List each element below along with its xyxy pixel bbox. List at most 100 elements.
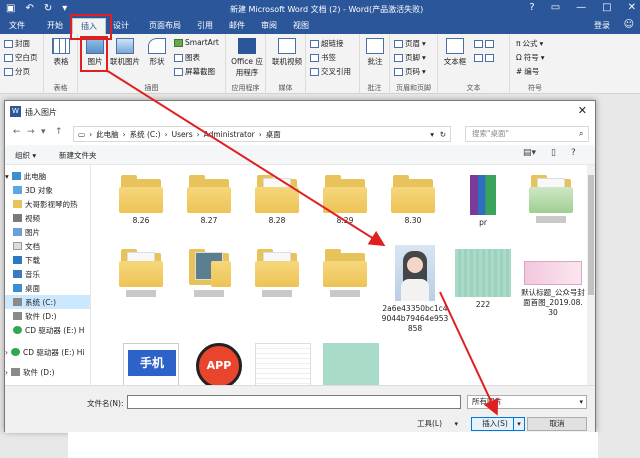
up-icon[interactable]: ↑ [55,127,63,137]
nav-item-downloads[interactable]: 下载 [5,253,90,267]
nav-item-folder[interactable]: 大哥影视琴的热 [5,197,90,211]
symbol-button[interactable]: Ω 符号 ▾ [516,52,545,63]
share-icon[interactable]: ☺ [624,19,634,30]
filetype-select[interactable]: 所有图片 ▾ [467,395,587,409]
shapes-button[interactable]: 形状 [142,38,172,67]
file-item[interactable] [521,175,581,226]
path-users[interactable]: Users [172,130,193,139]
nav-item-3d[interactable]: 3D 对象 [5,183,90,197]
table-button[interactable]: 表格 [46,38,76,67]
nav-item-documents[interactable]: 文档 [5,239,90,253]
path-system-c[interactable]: 系统 (C:) [130,129,161,140]
office-apps-button[interactable]: Office 应用程序 [230,38,264,78]
preview-pane-icon[interactable]: ▯ [551,148,556,158]
search-icon[interactable]: ⌕ [579,129,583,139]
customize-icon[interactable]: ▾ [62,3,67,14]
back-icon[interactable]: ← [13,127,21,137]
close-button[interactable]: ✕ [628,2,636,13]
close-icon[interactable]: ✕ [578,104,587,117]
textbox-button[interactable]: 文本框 [440,38,470,67]
nav-item-pictures[interactable]: 图片 [5,225,90,239]
tab-file[interactable]: 文件 [0,18,34,34]
login-link[interactable]: 登录 [594,18,610,34]
save-icon[interactable]: ▣ [6,3,15,14]
page-number-button[interactable]: 页码 ▾ [394,66,426,77]
number-button[interactable]: # 编号 [516,66,539,77]
help-icon[interactable]: ? [571,148,576,158]
nav-item-system-c[interactable]: 系统 (C:) [5,295,90,309]
help-button[interactable]: ? [529,2,534,13]
file-item[interactable]: 手机 [121,343,181,385]
filename-input[interactable] [127,395,461,409]
tools-button[interactable]: 工具(L) ▾ [417,417,461,431]
file-item[interactable]: 8.29 [315,175,375,226]
file-item[interactable] [111,249,171,300]
cross-reference-button[interactable]: 交叉引用 [310,66,351,77]
file-item[interactable]: 2a6e43350bc1c49044b79464e953858 [381,245,449,334]
file-item[interactable]: 8.26 [111,175,171,226]
footer-button[interactable]: 页脚 ▾ [394,52,426,63]
recent-dropdown-icon[interactable]: ▾ [41,127,46,137]
file-item[interactable]: pr [453,175,513,228]
file-item[interactable]: 222 [453,249,513,310]
nav-item-software-d[interactable]: 软件 (D:) [5,309,90,323]
smartart-button[interactable]: SmartArt [174,38,219,47]
nav-item-desktop[interactable]: 桌面 [5,281,90,295]
file-item[interactable]: 8.30 [383,175,443,226]
file-item[interactable]: 默认标题_公众号封面首图_2019.08.30 [521,249,585,318]
document-page[interactable] [68,432,598,458]
undo-icon[interactable]: ↶ [25,3,33,14]
insert-dropdown-icon[interactable]: ▾ [513,417,525,431]
online-picture-button[interactable]: 联机图片 [108,38,142,67]
address-bar[interactable]: ▭ › 此电脑 › 系统 (C:) › Users › Administrato… [73,126,451,142]
organize-button[interactable]: 组织 ▾ [15,150,36,161]
page-break-button[interactable]: 分页 [4,66,30,77]
tab-references[interactable]: 引用 [190,18,220,34]
path-desktop[interactable]: 桌面 [266,129,281,140]
quickparts-icon[interactable] [474,40,494,48]
blank-page-button[interactable]: 空白页 [4,52,38,63]
file-item[interactable]: 8.27 [179,175,239,226]
online-video-button[interactable]: 联机视频 [270,38,304,67]
file-item[interactable]: APP [189,343,249,385]
tab-layout[interactable]: 页面布局 [140,18,190,34]
chart-button[interactable]: 图表 [174,52,200,63]
view-options-icon[interactable]: ▤▾ [523,148,536,158]
insert-button[interactable]: 插入(S) [471,417,519,431]
forward-icon[interactable]: → [27,127,35,137]
tab-home[interactable]: 开始 [38,18,72,34]
nav-item-this-pc[interactable]: ▾ 此电脑 [5,169,90,183]
restore-button[interactable]: □ [602,2,611,13]
minimize-button[interactable]: — [576,2,586,13]
path-this-pc[interactable]: 此电脑 [96,129,119,140]
new-folder-button[interactable]: 新建文件夹 [59,150,97,161]
wordart-icon[interactable] [474,54,494,62]
refresh-icon[interactable]: ↻ [440,130,446,139]
nav-item-software-d-root[interactable]: › 软件 (D:) [5,365,90,379]
file-item[interactable] [253,343,313,385]
address-dropdown-icon[interactable]: ▾ [430,130,434,139]
cover-page-button[interactable]: 封面 [4,38,30,49]
file-item[interactable] [315,249,375,300]
file-item[interactable] [321,343,381,385]
file-list-scrollbar[interactable] [587,165,595,385]
file-item[interactable]: 8.28 [247,175,307,226]
tab-view[interactable]: 视图 [286,18,316,34]
bookmark-button[interactable]: 书签 [310,52,336,63]
cancel-button[interactable]: 取消 [527,417,587,431]
nav-item-music[interactable]: 音乐 [5,267,90,281]
ribbon-options-button[interactable]: ▭ [551,2,560,13]
scrollbar-thumb[interactable] [588,175,594,295]
file-item[interactable] [179,249,239,300]
nav-item-cd-e-root[interactable]: › CD 驱动器 (E:) Hi [5,345,90,359]
tab-review[interactable]: 审阅 [254,18,284,34]
tab-mailings[interactable]: 邮件 [222,18,252,34]
screenshot-button[interactable]: 屏幕截图 [174,66,215,77]
file-item[interactable] [247,249,307,300]
nav-item-videos[interactable]: 视频 [5,211,90,225]
search-input[interactable]: 搜索"桌面" [465,126,589,142]
header-button[interactable]: 页眉 ▾ [394,38,426,49]
path-administrator[interactable]: Administrator [204,130,255,139]
equation-button[interactable]: π 公式 ▾ [516,38,543,49]
redo-icon[interactable]: ↻ [44,3,52,14]
